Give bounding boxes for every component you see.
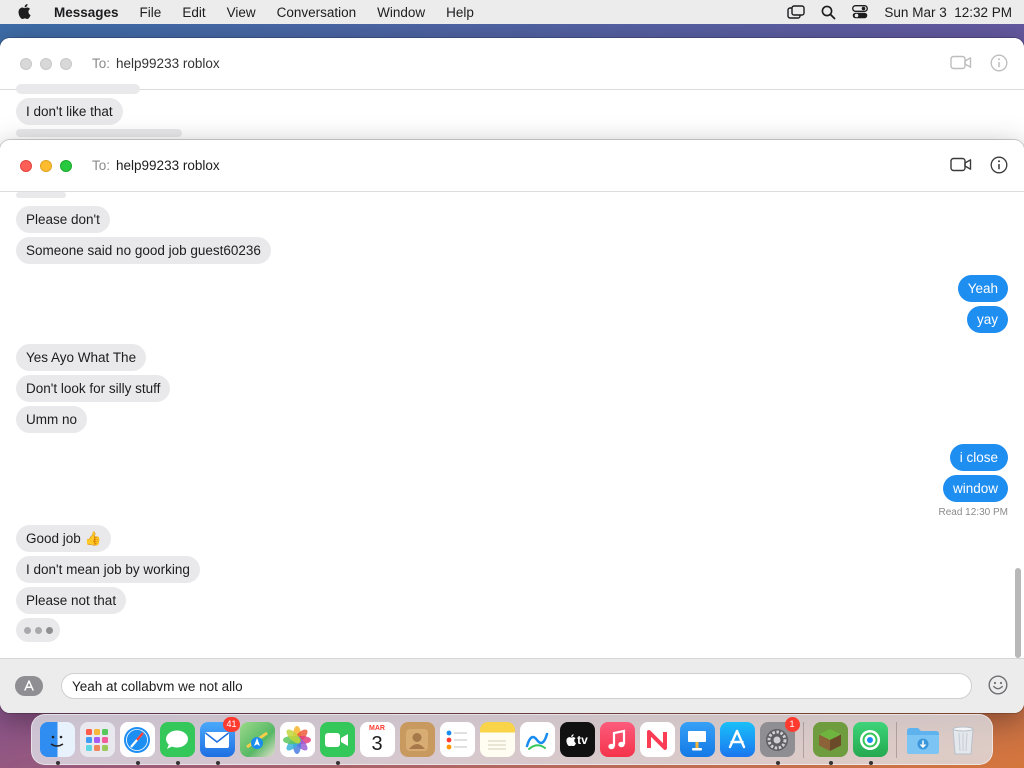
messages-window[interactable]: To: help99233 roblox Please don't Someon… [0, 140, 1024, 713]
info-icon[interactable] [990, 54, 1008, 75]
video-call-icon[interactable] [950, 157, 972, 175]
find-my-icon[interactable] [852, 722, 888, 765]
close-button[interactable] [20, 159, 32, 172]
dock-separator [803, 721, 804, 758]
title-bar: To: help99233 roblox [0, 140, 1024, 192]
menu-edit[interactable]: Edit [182, 5, 205, 20]
dock: 41 MAR 3 tv 1 [31, 714, 993, 765]
recipient-name[interactable]: help99233 roblox [116, 158, 220, 173]
read-receipt: Read 12:30 PM [938, 507, 1009, 518]
menu-view[interactable]: View [227, 5, 256, 20]
finder-icon[interactable] [39, 722, 75, 765]
title-bar: To: help99233 roblox [0, 38, 1024, 90]
calendar-icon[interactable]: MAR 3 [359, 722, 395, 757]
contacts-icon[interactable] [399, 722, 435, 757]
reminders-icon[interactable] [439, 722, 475, 757]
message-bubble-outgoing: yay [966, 306, 1008, 333]
menu-app-name[interactable]: Messages [54, 5, 119, 20]
facetime-icon[interactable] [319, 722, 355, 765]
scrollbar-thumb[interactable] [1015, 568, 1021, 658]
message-bubble-cropped [16, 192, 66, 198]
menu-help[interactable]: Help [446, 5, 474, 20]
zoom-button[interactable] [60, 57, 72, 70]
minimize-button[interactable] [40, 57, 52, 70]
message-bubble-incoming: Don't look for silly stuff [16, 375, 171, 402]
messages-icon[interactable] [159, 722, 195, 765]
message-bubble-incoming: Yes Ayo What The [16, 344, 147, 371]
message-bubble-outgoing: i close [949, 444, 1008, 471]
menu-conversation[interactable]: Conversation [277, 5, 357, 20]
to-label: To: [92, 56, 111, 71]
mail-icon[interactable]: 41 [199, 717, 240, 765]
menu-window[interactable]: Window [377, 5, 425, 20]
mail-badge: 41 [223, 717, 240, 732]
typing-indicator [16, 618, 60, 642]
control-center-icon[interactable] [852, 5, 869, 19]
settings-badge: 1 [784, 717, 800, 732]
message-bubble-incoming: Please don't [16, 206, 110, 233]
tv-label: tv [577, 732, 588, 747]
close-button[interactable] [20, 57, 32, 70]
calendar-day: 3 [371, 733, 383, 755]
menu-file[interactable]: File [140, 5, 162, 20]
news-icon[interactable] [639, 722, 675, 757]
message-bubble-incoming: Good job 👍 [16, 525, 112, 552]
keynote-icon[interactable] [679, 722, 715, 757]
search-icon[interactable] [821, 5, 836, 20]
zoom-button[interactable] [60, 159, 72, 172]
video-call-icon[interactable] [950, 55, 972, 73]
message-bubble-outgoing: Yeah [957, 275, 1008, 302]
info-icon[interactable] [990, 156, 1008, 177]
screen-mirroring-icon[interactable] [787, 5, 806, 19]
photos-icon[interactable] [279, 722, 315, 757]
trash-icon[interactable] [946, 722, 981, 757]
dock-separator [896, 721, 897, 758]
apple-menu-icon[interactable] [18, 4, 36, 20]
message-bubble-incoming: I don't mean job by working [16, 556, 200, 583]
message-input[interactable] [61, 673, 972, 699]
composer-bar [0, 658, 1024, 713]
downloads-folder-icon[interactable] [906, 722, 941, 757]
music-icon[interactable] [599, 722, 635, 757]
maps-icon[interactable] [239, 722, 275, 757]
recipient-name[interactable]: help99233 roblox [116, 56, 220, 71]
safari-icon[interactable] [119, 722, 155, 765]
minimize-button[interactable] [40, 159, 52, 172]
message-bubble-incoming: Please not that [16, 587, 127, 614]
tv-icon[interactable]: tv [559, 722, 595, 757]
launchpad-icon[interactable] [79, 722, 115, 757]
window-controls [20, 159, 92, 172]
minecraft-icon[interactable] [812, 722, 848, 765]
message-bubble-cropped [16, 129, 182, 137]
menu-clock[interactable]: Sun Mar 3 12:32 PM [884, 5, 1012, 20]
calendar-month: MAR [369, 725, 385, 732]
notes-icon[interactable] [479, 722, 515, 757]
message-bubble-incoming: Umm no [16, 406, 88, 433]
settings-icon[interactable]: 1 [759, 717, 800, 765]
message-bubble-incoming: I don't like that [16, 98, 123, 125]
message-bubble-cropped [16, 84, 140, 94]
to-label: To: [92, 158, 111, 173]
emoji-icon[interactable] [988, 674, 1008, 698]
app-store-apps-button[interactable] [15, 676, 43, 696]
freeform-icon[interactable] [519, 722, 555, 757]
menu-bar: Messages File Edit View Conversation Win… [0, 0, 1024, 24]
message-bubble-incoming: Someone said no good job guest60236 [16, 237, 271, 264]
app-store-icon[interactable] [719, 722, 755, 757]
window-controls [20, 57, 92, 70]
message-bubble-outgoing: window [942, 475, 1008, 502]
